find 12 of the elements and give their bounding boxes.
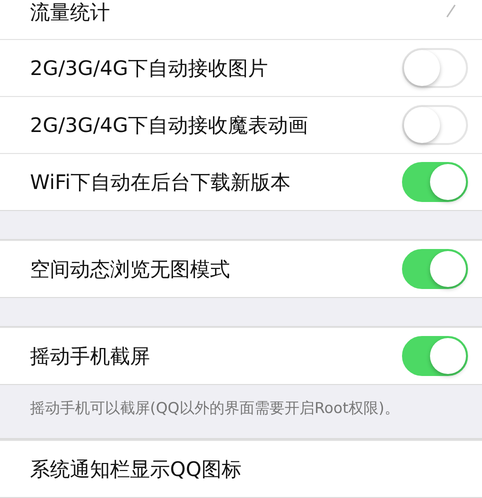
setting-label: 空间动态浏览无图模式 — [30, 256, 231, 282]
toggle-switch[interactable] — [402, 162, 468, 202]
setting-label: 系统通知栏显示QQ图标 — [30, 456, 242, 482]
toggle-switch[interactable] — [402, 249, 468, 289]
setting-label: 摇动手机截屏 — [30, 342, 151, 370]
footnote-text: 摇动手机可以截屏(QQ以外的界面需要开启Root权限)。 — [0, 384, 482, 438]
setting-label: 2G/3G/4G下自动接收图片 — [30, 54, 270, 82]
toggle-switch[interactable] — [402, 336, 468, 376]
setting-label: 2G/3G/4G下自动接收魔表动画 — [30, 112, 310, 138]
setting-label: WiFi下自动在后台下载新版本 — [30, 168, 292, 196]
chevron-icon — [446, 4, 456, 18]
setting-label: 流量统计 — [30, 0, 111, 24]
